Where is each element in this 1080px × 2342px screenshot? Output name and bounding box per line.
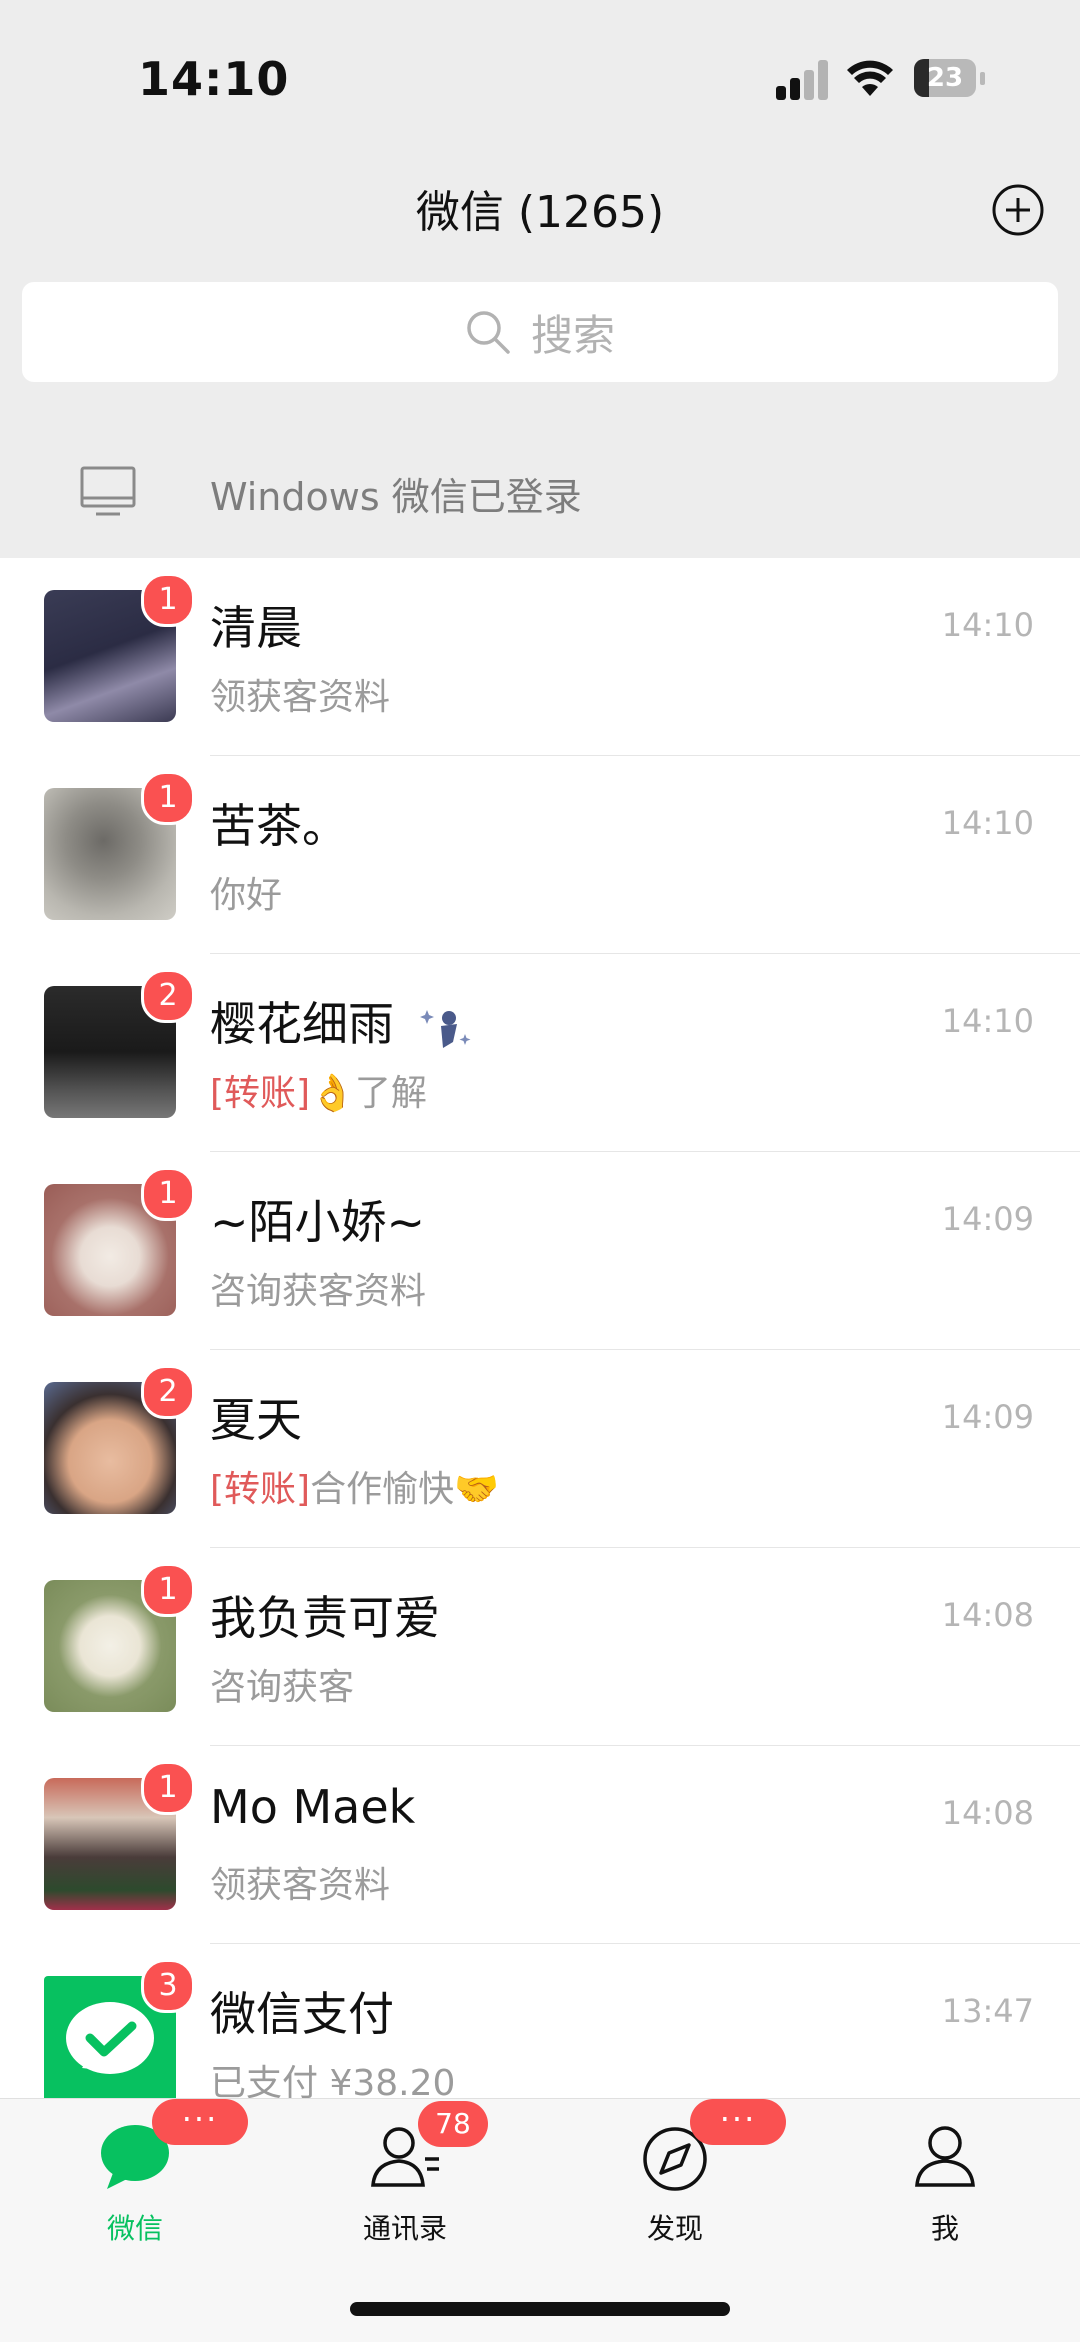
add-icon[interactable] xyxy=(990,182,1046,238)
chat-row-moxiaojiao[interactable]: 1 ~陌小娇~ 14:09 咨询获客资料 xyxy=(0,1152,1080,1350)
chat-message-text: 了解 xyxy=(354,1073,427,1114)
sparkle-figure-icon xyxy=(419,1009,471,1048)
status-time: 14:10 xyxy=(138,52,290,106)
unread-badge: 3 xyxy=(141,1959,195,2013)
tab-badge: ··· xyxy=(152,2099,248,2145)
unread-badge: 1 xyxy=(141,1563,195,1617)
chat-message: 咨询获客 xyxy=(210,1667,355,1708)
transfer-tag: [转账] xyxy=(210,1073,311,1114)
status-bar: 14:10 23 xyxy=(0,0,1080,130)
battery-icon: 23 xyxy=(914,59,986,99)
desktop-monitor-icon xyxy=(80,466,136,516)
chat-list: 1 清晨 14:10 领获客资料 1 苦茶。 14:10 你好 2 樱花细雨 1… xyxy=(0,558,1080,2098)
unread-badge: 1 xyxy=(141,1167,195,1221)
search-icon xyxy=(467,311,510,354)
chat-name: 我负责可爱 xyxy=(210,1591,440,1645)
chat-time: 14:09 xyxy=(941,1200,1034,1238)
windows-login-banner[interactable]: Windows 微信已登录 xyxy=(0,430,1080,558)
tab-badge: ··· xyxy=(690,2099,786,2145)
chat-name: Mo Maek xyxy=(210,1780,416,1834)
cellular-signal-icon xyxy=(776,60,832,100)
chat-message: 你好 xyxy=(210,875,283,916)
chat-time: 14:08 xyxy=(941,1794,1034,1832)
chat-message: [转账]合作愉快🤝 xyxy=(210,1460,499,1512)
emoji: 🤝 xyxy=(454,1469,499,1510)
transfer-tag: [转账] xyxy=(210,1469,311,1510)
unread-badge: 1 xyxy=(141,1761,195,1815)
tab-discover[interactable]: ··· 发现 xyxy=(540,2099,810,2279)
chat-name: 樱花细雨 xyxy=(210,988,473,1054)
profile-icon xyxy=(915,2126,975,2187)
chat-message: 已支付 ¥38.20 xyxy=(210,2063,456,2098)
chat-name: 苦茶。 xyxy=(210,799,348,853)
chat-time: 14:10 xyxy=(941,606,1034,644)
chat-name-text: 樱花细雨 xyxy=(210,997,394,1051)
unread-badge: 2 xyxy=(141,1365,195,1419)
chat-row-wofuzekeai[interactable]: 1 我负责可爱 14:08 咨询获客 xyxy=(0,1548,1080,1746)
chat-row-qingchen[interactable]: 1 清晨 14:10 领获客资料 xyxy=(0,558,1080,756)
chat-message-text: 合作愉快 xyxy=(310,1469,455,1510)
tab-label: 我 xyxy=(930,2212,959,2245)
chat-time: 14:10 xyxy=(941,1002,1034,1040)
tab-badge: 78 xyxy=(418,2101,488,2147)
tab-me[interactable]: 我 xyxy=(810,2099,1080,2279)
chat-message: [转账]👌了解 xyxy=(210,1064,427,1116)
wifi-icon xyxy=(847,60,893,96)
tab-label: 通讯录 xyxy=(362,2212,447,2245)
chat-name: 微信支付 xyxy=(210,1987,394,2041)
windows-login-text: Windows 微信已登录 xyxy=(210,475,582,519)
chat-time: 13:47 xyxy=(941,1992,1034,2030)
search-placeholder: 搜索 xyxy=(530,310,615,360)
chat-name: 夏天 xyxy=(210,1393,302,1447)
chat-time: 14:08 xyxy=(941,1596,1034,1634)
chat-name: ~陌小娇~ xyxy=(210,1195,426,1249)
unread-badge: 1 xyxy=(141,573,195,627)
chat-row-momaek[interactable]: 1 Mo Maek 14:08 领获客资料 xyxy=(0,1746,1080,1944)
chat-name: 清晨 xyxy=(210,601,302,655)
chat-time: 14:09 xyxy=(941,1398,1034,1436)
chat-row-yinghuaxiyu[interactable]: 2 樱花细雨 14:10 [转账]👌了解 xyxy=(0,954,1080,1152)
emoji: 👌 xyxy=(310,1073,355,1114)
unread-badge: 1 xyxy=(141,771,195,825)
tab-label: 微信 xyxy=(106,2212,163,2245)
page-title: 微信 (1265) xyxy=(415,187,665,238)
tab-chats[interactable]: ··· 微信 xyxy=(0,2099,270,2279)
chat-row-kucha[interactable]: 1 苦茶。 14:10 你好 xyxy=(0,756,1080,954)
battery-level: 23 xyxy=(926,63,964,93)
chat-time: 14:10 xyxy=(941,804,1034,842)
unread-badge: 2 xyxy=(141,969,195,1023)
chat-row-wechat-pay[interactable]: 3 微信支付 13:47 已支付 ¥38.20 xyxy=(0,1944,1080,2098)
chat-message: 咨询获客资料 xyxy=(210,1271,427,1312)
search-bar[interactable]: 搜索 xyxy=(22,282,1058,382)
tab-label: 发现 xyxy=(646,2212,703,2245)
chat-message: 领获客资料 xyxy=(210,1865,391,1906)
chat-message: 领获客资料 xyxy=(210,677,391,718)
tab-contacts[interactable]: 78 通讯录 xyxy=(270,2099,540,2279)
home-indicator[interactable] xyxy=(350,2302,730,2316)
chat-row-xiatian[interactable]: 2 夏天 14:09 [转账]合作愉快🤝 xyxy=(0,1350,1080,1548)
